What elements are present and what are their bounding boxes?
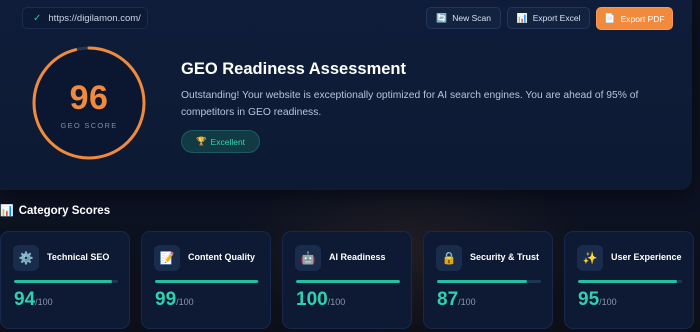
- category-score-value: 95: [578, 289, 600, 310]
- category-label: Technical SEO: [47, 252, 110, 262]
- rating-badge-label: Excellent: [210, 136, 246, 147]
- category-score-value: 99: [155, 289, 177, 310]
- gear-icon: ⚙️: [13, 245, 39, 271]
- assessment-description: Outstanding! Your website is exceptional…: [181, 90, 639, 118]
- category-score-max: /100: [458, 297, 476, 307]
- score-progress-bar: [14, 280, 118, 283]
- url-field[interactable]: ✓ https://digilamon.com/: [22, 7, 148, 29]
- category-score: 95/100: [578, 289, 617, 311]
- robot-icon: 🤖: [295, 245, 321, 271]
- chart-icon: 📊: [516, 12, 528, 23]
- geo-score-value: 96: [69, 79, 109, 117]
- category-label: User Experience: [611, 252, 682, 262]
- category-score-max: /100: [599, 297, 617, 307]
- geo-score-ring: 96 GEO SCORE: [32, 46, 146, 160]
- export-excel-button[interactable]: 📊 Export Excel: [507, 7, 590, 29]
- url-text: https://digilamon.com/: [48, 12, 141, 24]
- score-progress-fill: [14, 280, 112, 283]
- category-card-technical-seo: ⚙️ Technical SEO 94/100: [0, 231, 130, 329]
- category-score-value: 100: [296, 289, 328, 310]
- score-progress-bar: [155, 280, 259, 283]
- category-card-security-trust: 🔒 Security & Trust 87/100: [423, 231, 553, 329]
- score-progress-bar: [578, 280, 682, 283]
- category-score: 87/100: [437, 289, 476, 311]
- geo-score-label: GEO SCORE: [60, 121, 118, 130]
- category-score: 100/100: [296, 289, 345, 311]
- score-progress-fill: [578, 280, 677, 283]
- category-score: 94/100: [14, 289, 53, 311]
- category-score-value: 87: [437, 289, 459, 310]
- new-scan-button[interactable]: 🔄 New Scan: [426, 7, 501, 29]
- category-scores-heading: 📊 Category Scores: [0, 204, 111, 218]
- export-pdf-button[interactable]: 📄 Export PDF: [596, 7, 673, 30]
- bar-chart-icon: 📊: [0, 205, 14, 217]
- score-progress-fill: [296, 280, 400, 283]
- page-title: GEO Readiness Assessment: [181, 60, 406, 78]
- score-progress-fill: [437, 280, 528, 283]
- category-card-content-quality: 📝 Content Quality 99/100: [141, 231, 271, 329]
- category-score-value: 94: [14, 289, 36, 310]
- sparkles-icon: ✨: [577, 245, 603, 271]
- export-excel-label: Export Excel: [532, 13, 581, 23]
- rating-badge: 🏆 Excellent: [181, 130, 260, 153]
- lock-icon: 🔒: [436, 245, 462, 271]
- category-scores-title: Category Scores: [18, 204, 111, 217]
- memo-icon: 📝: [154, 245, 180, 271]
- document-icon: 📄: [604, 13, 616, 23]
- new-scan-label: New Scan: [452, 13, 491, 23]
- category-label: AI Readiness: [329, 252, 386, 262]
- export-pdf-label: Export PDF: [620, 13, 665, 24]
- category-card-user-experience: ✨ User Experience 95/100: [564, 231, 694, 329]
- category-label: Security & Trust: [470, 252, 540, 262]
- trophy-icon: 🏆: [195, 136, 207, 146]
- refresh-icon: 🔄: [436, 12, 448, 23]
- assessment-panel: ✓ https://digilamon.com/ 🔄 New Scan 📊 Ex…: [0, 0, 692, 190]
- category-label: Content Quality: [188, 252, 255, 262]
- score-progress-bar: [296, 280, 400, 283]
- category-score-max: /100: [327, 297, 346, 307]
- category-score: 99/100: [155, 289, 194, 311]
- category-score-max: /100: [35, 297, 53, 307]
- check-icon: ✓: [33, 12, 42, 24]
- category-score-max: /100: [176, 297, 194, 307]
- category-card-ai-readiness: 🤖 AI Readiness 100/100: [282, 231, 412, 329]
- score-progress-bar: [437, 280, 541, 283]
- score-progress-fill: [155, 280, 258, 283]
